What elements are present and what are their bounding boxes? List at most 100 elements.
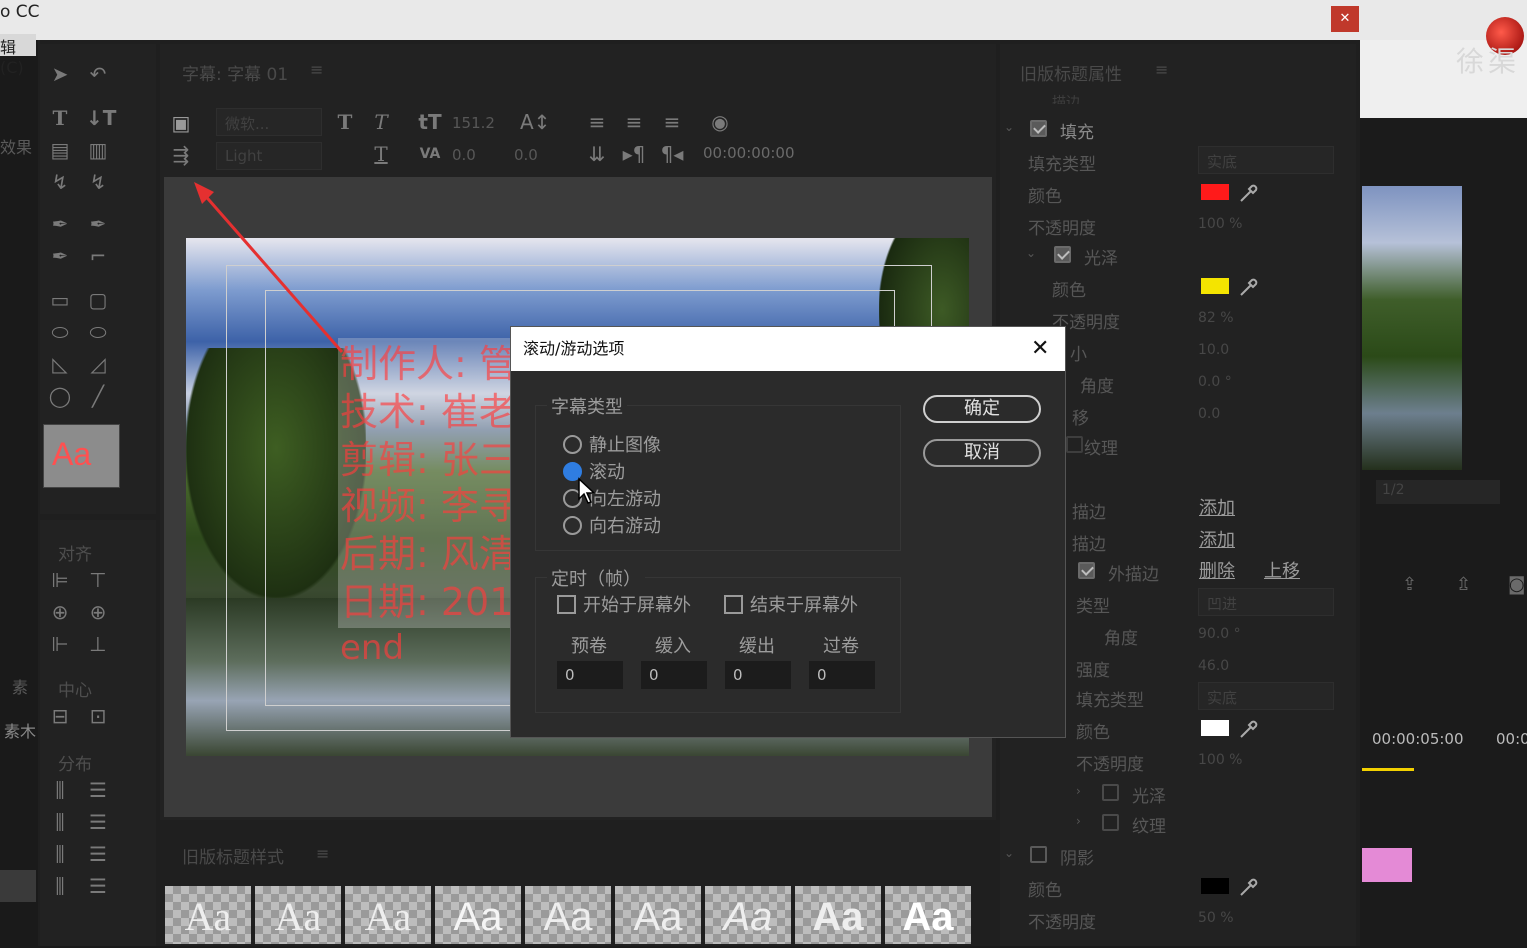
postroll-input[interactable]: 0	[809, 661, 875, 689]
convert-anchor-tool-icon[interactable]: ⌐	[86, 244, 110, 268]
align-bottom-icon[interactable]: ⊥	[86, 632, 110, 656]
end-off-screen-checkbox[interactable]	[724, 595, 743, 614]
cancel-button[interactable]: 取消	[923, 439, 1041, 467]
area-type-tool-icon[interactable]: ▤	[48, 138, 72, 162]
sheen2-checkbox[interactable]	[1102, 784, 1119, 801]
move-up-stroke-button[interactable]: 上移	[1264, 557, 1300, 583]
distribute-6-icon[interactable]: ☰	[86, 842, 110, 866]
selection-tool-icon[interactable]: ➤	[48, 62, 72, 86]
arc-tool-icon[interactable]: ◿	[86, 352, 110, 376]
delete-anchor-tool-icon[interactable]: ✒	[86, 212, 110, 236]
tab-align-icon[interactable]: ⇊	[585, 142, 609, 166]
credit-line-2[interactable]: 技术: 崔老	[340, 388, 517, 436]
ease-out-input[interactable]: 0	[725, 661, 791, 689]
radio-still[interactable]	[563, 435, 582, 454]
shadow-opacity-value[interactable]: 50 %	[1198, 910, 1234, 926]
properties-menu-icon[interactable]: ≡	[1155, 60, 1168, 79]
distribute-1-icon[interactable]: ⫼	[48, 778, 72, 802]
shadow-checkbox[interactable]	[1030, 846, 1047, 863]
style-tile-2[interactable]: Aa	[255, 886, 341, 944]
add-outer-stroke-button[interactable]: 添加	[1199, 526, 1235, 552]
align-left-text-icon[interactable]: ≡	[585, 110, 609, 134]
center-v-icon[interactable]: ⊡	[86, 704, 110, 728]
pen-tool-icon[interactable]: ✒	[48, 212, 72, 236]
angle-value[interactable]: 0.0 °	[1198, 374, 1232, 390]
vertical-path-type-tool-icon[interactable]: ↯	[86, 170, 110, 194]
texture2-checkbox[interactable]	[1102, 814, 1119, 831]
distribute-8-icon[interactable]: ☰	[86, 874, 110, 898]
wedge-tool-icon[interactable]: ◺	[48, 352, 72, 376]
roll-crawl-options-icon[interactable]: ▣	[169, 111, 193, 135]
align-top-icon[interactable]: ⊤	[86, 568, 110, 592]
eyedropper-icon[interactable]	[1238, 718, 1260, 740]
show-background-video-icon[interactable]: ◉	[708, 110, 732, 134]
style-tile-6[interactable]: Aa	[615, 886, 701, 944]
preroll-input[interactable]: 0	[557, 661, 623, 689]
sheen-color-swatch[interactable]	[1201, 278, 1229, 294]
extract-icon[interactable]: ⇫	[1456, 574, 1471, 595]
title-tab-menu-icon[interactable]: ≡	[310, 60, 323, 79]
styles-menu-icon[interactable]: ≡	[316, 844, 329, 863]
angle2-value[interactable]: 90.0 °	[1198, 626, 1241, 642]
paragraph-left-icon[interactable]: ▸¶	[622, 142, 646, 166]
distribute-5-icon[interactable]: ⫼	[48, 842, 72, 866]
style-tile-7[interactable]: Aa	[705, 886, 791, 944]
resolution-dropdown[interactable]: 1/2	[1376, 480, 1500, 504]
delete-stroke-button[interactable]: 删除	[1199, 557, 1235, 583]
sheen-checkbox[interactable]	[1054, 246, 1071, 263]
texture2-expand-icon[interactable]: ›	[1076, 814, 1081, 828]
line-tool-icon[interactable]: ╱	[86, 384, 110, 408]
font-style-dropdown[interactable]: Light	[216, 142, 322, 170]
paragraph-right-icon[interactable]: ¶◂	[660, 142, 684, 166]
start-off-screen-label[interactable]: 开始于屏幕外	[583, 591, 691, 617]
eyedropper-icon[interactable]	[1238, 276, 1260, 298]
credit-line-7[interactable]: end	[340, 626, 404, 670]
bold-icon[interactable]: T	[333, 110, 357, 134]
ellipse-tool-icon[interactable]: ◯	[48, 384, 72, 408]
title-clip[interactable]	[1362, 848, 1412, 882]
title-tab[interactable]: 字幕: 字幕 01	[182, 60, 288, 85]
stroke-color-swatch[interactable]	[1201, 720, 1229, 736]
end-off-screen-label[interactable]: 结束于屏幕外	[750, 591, 858, 617]
credit-line-3[interactable]: 剪辑: 张三	[340, 436, 517, 484]
align-hcenter-icon[interactable]: ⊕	[48, 600, 72, 624]
italic-icon[interactable]: T	[369, 110, 393, 134]
outer-stroke-checkbox[interactable]	[1078, 562, 1095, 579]
rounded-rectangle-tool-icon[interactable]: ▢	[86, 288, 110, 312]
opacity2-value[interactable]: 100 %	[1198, 752, 1242, 768]
distribute-3-icon[interactable]: ⫼	[48, 810, 72, 834]
fill-type2-dropdown[interactable]: 实底	[1198, 682, 1334, 710]
font-family-dropdown[interactable]: 微软...	[216, 108, 322, 136]
opacity-value[interactable]: 100 %	[1198, 216, 1242, 232]
distribute-7-icon[interactable]: ⫼	[48, 874, 72, 898]
ok-button[interactable]: 确定	[923, 395, 1041, 423]
font-size-value[interactable]: 151.2	[452, 114, 495, 132]
rotate-tool-icon[interactable]: ↶	[86, 62, 110, 86]
type-tool-icon[interactable]: T	[48, 106, 72, 130]
fill-type-dropdown[interactable]: 实底	[1198, 146, 1334, 174]
path-type-tool-icon[interactable]: ↯	[48, 170, 72, 194]
close-icon[interactable]: ✕	[1031, 327, 1049, 371]
align-left-icon[interactable]: ⊫	[48, 568, 72, 592]
align-center-text-icon[interactable]: ≡	[622, 110, 646, 134]
style-tile-8[interactable]: Aa	[795, 886, 881, 944]
fill-color-swatch[interactable]	[1201, 184, 1229, 200]
vertical-area-type-tool-icon[interactable]: ▥	[86, 138, 110, 162]
legacy-title-styles-title[interactable]: 旧版标题样式	[182, 843, 284, 868]
fill-checkbox[interactable]	[1030, 120, 1047, 137]
lift-icon[interactable]: ⇪	[1402, 574, 1417, 595]
shadow-color-swatch[interactable]	[1201, 878, 1229, 894]
rounded-corner-tool-icon[interactable]: ⬭	[86, 320, 110, 344]
credit-line-5[interactable]: 后期: 风清	[340, 530, 517, 578]
leading-value[interactable]: 0.0	[514, 146, 538, 164]
sheen-opacity-value[interactable]: 82 %	[1198, 310, 1234, 326]
center-h-icon[interactable]: ⊟	[48, 704, 72, 728]
style-tile-5[interactable]: Aa	[525, 886, 611, 944]
option-crawl-left[interactable]: 向左游动	[589, 485, 661, 511]
offset-value[interactable]: 0.0	[1198, 406, 1220, 422]
export-frame-icon[interactable]: ◙	[1508, 574, 1525, 595]
radio-crawl-right[interactable]	[563, 516, 582, 535]
credit-line-6[interactable]: 日期: 2018	[340, 578, 538, 626]
distribute-2-icon[interactable]: ☰	[86, 778, 110, 802]
start-off-screen-checkbox[interactable]	[557, 595, 576, 614]
